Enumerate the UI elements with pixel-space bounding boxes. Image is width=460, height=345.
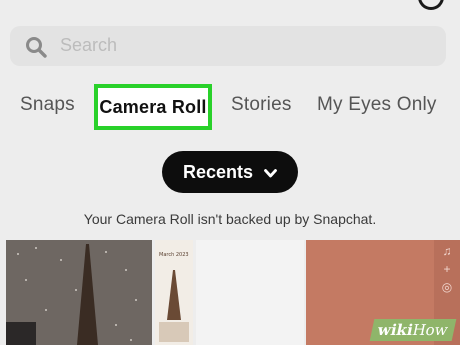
photo-thumbnail[interactable] [196, 240, 304, 345]
music-note-icon[interactable]: ♫ [440, 244, 454, 258]
search-icon [26, 37, 47, 58]
chevron-down-icon [264, 168, 277, 178]
recents-label: Recents [182, 162, 253, 182]
wikihow-logo: wikiHow [370, 319, 457, 341]
backup-notice: Your Camera Roll isn't backed up by Snap… [83, 211, 377, 227]
camera-flip-icon[interactable]: ◎ [440, 280, 454, 294]
profile-icon[interactable] [418, 0, 444, 10]
tab-camera-roll[interactable]: Camera Roll [94, 84, 212, 130]
add-icon[interactable]: + [440, 262, 454, 276]
recents-dropdown[interactable]: Recents [162, 151, 298, 193]
photo-thumbnail[interactable] [6, 240, 152, 345]
tab-stories[interactable]: Stories [231, 94, 292, 116]
tab-my-eyes-only[interactable]: My Eyes Only [317, 94, 437, 116]
tab-snaps[interactable]: Snaps [20, 94, 75, 116]
eiffel-tower-image [6, 240, 152, 345]
photo-thumbnail[interactable]: March 2023 [155, 240, 193, 345]
search-input[interactable]: Search [60, 35, 117, 56]
eiffel-tower-image [159, 270, 189, 342]
search-bar[interactable]: Search [10, 26, 446, 66]
